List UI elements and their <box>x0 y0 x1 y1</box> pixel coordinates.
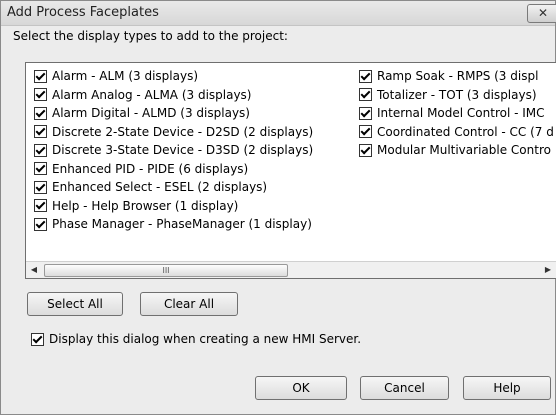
instruction-text: Select the display types to add to the p… <box>13 29 288 43</box>
checkbox[interactable] <box>34 180 47 194</box>
list-item-label: Discrete 3-State Device - D3SD (2 displa… <box>52 143 314 158</box>
list-item[interactable]: Enhanced Select - ESEL (2 displays) <box>34 178 313 197</box>
list-item[interactable]: Discrete 2-State Device - D2SD (2 displa… <box>34 123 313 142</box>
checkbox[interactable] <box>359 143 372 157</box>
list-item-label: Ramp Soak - RMPS (3 displ <box>377 69 539 84</box>
list-item-label: Alarm Analog - ALMA (3 displays) <box>52 87 252 102</box>
list-item-label: Enhanced PID - PIDE (6 displays) <box>52 161 249 176</box>
checkbox[interactable] <box>34 199 47 213</box>
select-all-button[interactable]: Select All <box>27 292 123 316</box>
close-icon: ✕ <box>537 6 549 20</box>
clear-all-button[interactable]: Clear All <box>140 292 238 316</box>
close-button[interactable]: ✕ <box>527 4 556 23</box>
ok-button[interactable]: OK <box>255 376 347 400</box>
checkbox[interactable] <box>34 88 47 102</box>
add-process-faceplates-dialog: Add Process Faceplates ✕ Select the disp… <box>0 0 556 415</box>
list-item[interactable]: Alarm - ALM (3 displays) <box>34 67 313 86</box>
list-item-label: Internal Model Control - IMC <box>377 106 545 121</box>
list-item[interactable]: Coordinated Control - CC (7 d <box>359 123 554 142</box>
list-item[interactable]: Help - Help Browser (1 display) <box>34 197 313 216</box>
checkbox[interactable] <box>359 88 372 102</box>
list-item[interactable]: Discrete 3-State Device - D3SD (2 displa… <box>34 141 313 160</box>
list-column-right: Ramp Soak - RMPS (3 displ Totalizer - TO… <box>359 67 554 160</box>
dialog-title: Add Process Faceplates <box>7 5 159 20</box>
list-item-label: Totalizer - TOT (3 displays) <box>377 87 537 102</box>
help-button[interactable]: Help <box>463 376 551 400</box>
scroll-thumb[interactable]: III <box>44 264 288 277</box>
list-item[interactable]: Totalizer - TOT (3 displays) <box>359 86 554 105</box>
checkbox[interactable] <box>34 217 47 231</box>
checkbox[interactable] <box>359 125 372 139</box>
checkbox[interactable] <box>34 69 47 83</box>
title-bar[interactable]: Add Process Faceplates ✕ <box>1 1 556 26</box>
list-item-label: Coordinated Control - CC (7 d <box>377 124 554 139</box>
list-item-label: Phase Manager - PhaseManager (1 display) <box>52 217 312 232</box>
checkbox[interactable] <box>34 106 47 120</box>
show-dialog-checkbox[interactable] <box>31 332 44 346</box>
list-item[interactable]: Alarm Analog - ALMA (3 displays) <box>34 86 313 105</box>
list-item-label: Discrete 2-State Device - D2SD (2 displa… <box>52 124 314 139</box>
checkbox[interactable] <box>34 125 47 139</box>
show-dialog-label: Display this dialog when creating a new … <box>49 332 362 346</box>
scroll-left-arrow-icon[interactable]: ◀ <box>26 262 42 278</box>
list-item[interactable]: Internal Model Control - IMC <box>359 104 554 123</box>
list-item-label: Modular Multivariable Contro <box>377 143 551 158</box>
cancel-button[interactable]: Cancel <box>360 376 449 400</box>
scroll-right-arrow-icon[interactable]: ▶ <box>540 262 556 278</box>
horizontal-scrollbar[interactable]: ◀ III ▶ <box>26 261 556 278</box>
list-item-label: Alarm Digital - ALMD (3 displays) <box>52 106 250 121</box>
show-dialog-option[interactable]: Display this dialog when creating a new … <box>31 332 361 346</box>
list-item[interactable]: Alarm Digital - ALMD (3 displays) <box>34 104 313 123</box>
checkbox[interactable] <box>34 143 47 157</box>
checkbox[interactable] <box>359 106 372 120</box>
checkbox[interactable] <box>34 162 47 176</box>
list-item-label: Help - Help Browser (1 display) <box>52 198 239 213</box>
list-item-label: Alarm - ALM (3 displays) <box>52 69 199 84</box>
list-item[interactable]: Modular Multivariable Contro <box>359 141 554 160</box>
checkbox[interactable] <box>359 69 372 83</box>
list-item[interactable]: Enhanced PID - PIDE (6 displays) <box>34 160 313 179</box>
list-column-left: Alarm - ALM (3 displays) Alarm Analog - … <box>34 67 313 234</box>
list-item[interactable]: Phase Manager - PhaseManager (1 display) <box>34 215 313 234</box>
list-item[interactable]: Ramp Soak - RMPS (3 displ <box>359 67 554 86</box>
display-types-list[interactable]: Alarm - ALM (3 displays) Alarm Analog - … <box>25 62 556 279</box>
list-item-label: Enhanced Select - ESEL (2 displays) <box>52 180 268 195</box>
